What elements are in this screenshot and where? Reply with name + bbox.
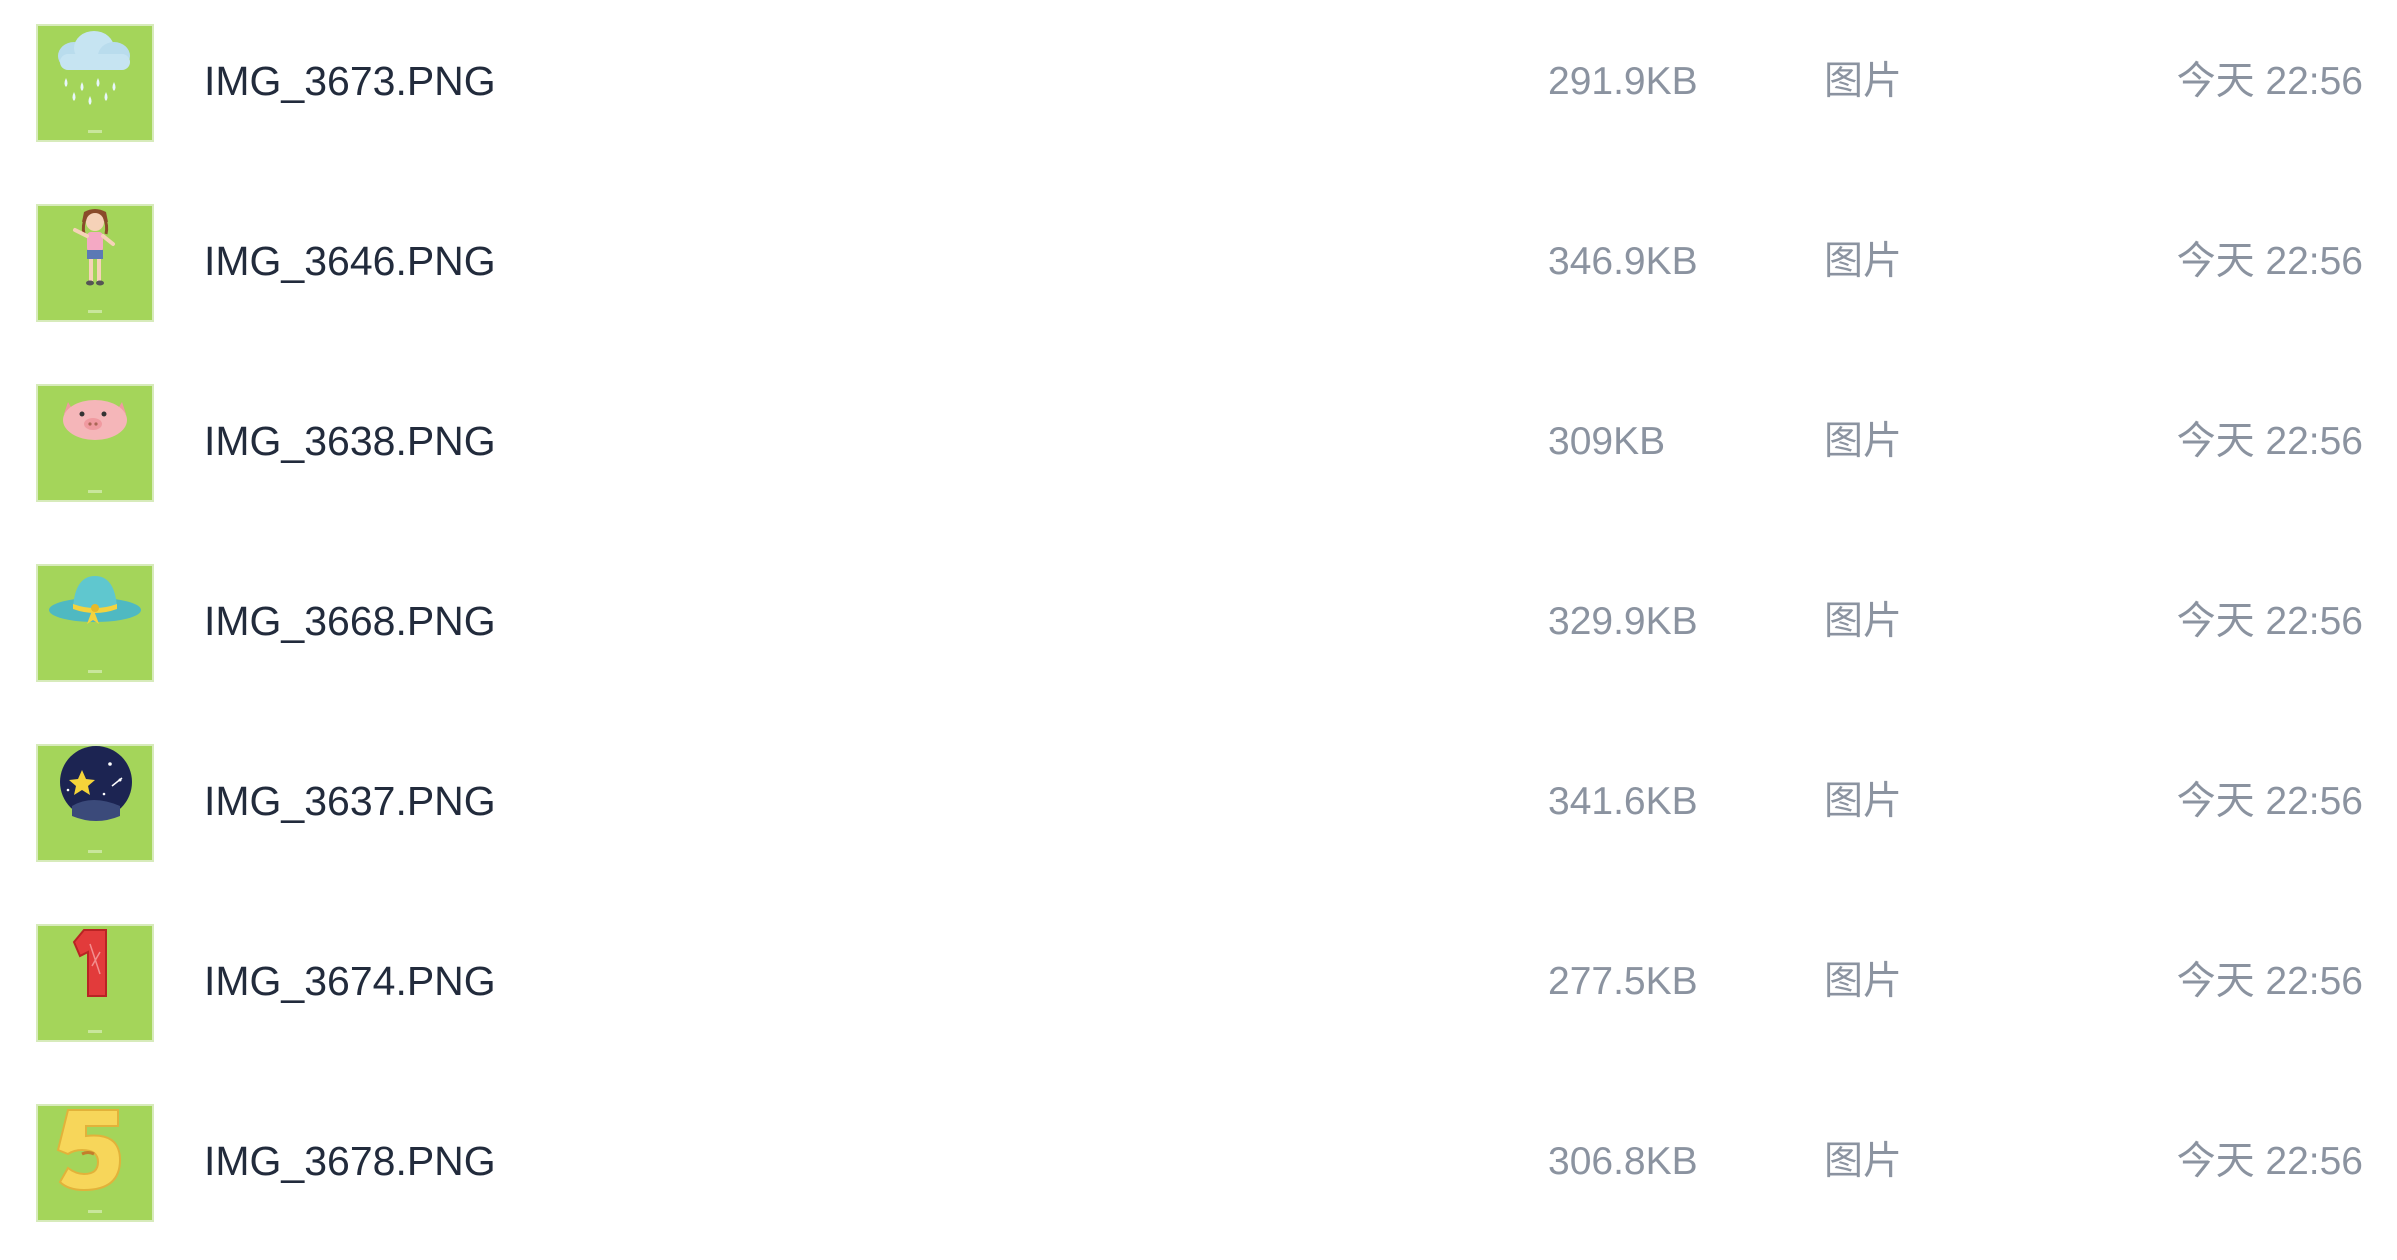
file-type: 图片 [1824,780,1903,823]
file-name: IMG_3638.PNG [204,418,496,464]
file-date: 今天 22:56 [2176,780,2363,823]
file-thumbnail[interactable] [36,744,154,862]
girl-icon [73,209,115,313]
file-date: 今天 22:56 [2176,420,2363,463]
file-row[interactable]: IMG_3637.PNG 341.6KB 图片 今天 22:56 [0,720,2397,900]
file-size: 309KB [1548,420,1666,463]
file-thumbnail[interactable] [36,204,154,322]
file-type: 图片 [1824,600,1903,643]
file-row[interactable]: IMG_3638.PNG 309KB 图片 今天 22:56 [0,360,2397,540]
file-date: 今天 22:56 [2176,960,2363,1003]
file-thumbnail[interactable] [36,24,154,142]
file-name: IMG_3646.PNG [204,238,496,284]
file-date: 今天 22:56 [2176,600,2363,643]
file-type: 图片 [1824,960,1903,1003]
file-row[interactable]: IMG_3674.PNG 277.5KB 图片 今天 22:56 [0,900,2397,1080]
file-size: 306.8KB [1548,1140,1698,1183]
file-name: IMG_3673.PNG [204,58,496,104]
file-row[interactable]: IMG_3673.PNG 291.9KB 图片 今天 22:56 [0,0,2397,180]
file-name: IMG_3637.PNG [204,778,496,824]
file-list: IMG_3673.PNG 291.9KB 图片 今天 22:56 IMG_364… [0,0,2397,1222]
file-row[interactable]: IMG_3646.PNG 346.9KB 图片 今天 22:56 [0,180,2397,360]
file-name: IMG_3678.PNG [204,1138,496,1184]
file-type: 图片 [1824,1140,1903,1183]
file-thumbnail[interactable] [36,564,154,682]
file-row[interactable]: IMG_3678.PNG 306.8KB 图片 今天 22:56 [0,1080,2397,1260]
rain-cloud-icon [58,31,130,133]
number-one-icon [72,929,107,1033]
night-star-icon [60,746,132,853]
sun-hat-icon [49,576,141,673]
file-name: IMG_3674.PNG [204,958,496,1004]
file-thumbnail[interactable] [36,384,154,502]
file-name: IMG_3668.PNG [204,598,496,644]
file-size: 346.9KB [1548,240,1698,283]
file-date: 今天 22:56 [2176,240,2363,283]
file-thumbnail[interactable] [36,924,154,1042]
file-size: 341.6KB [1548,780,1698,823]
pig-icon [63,400,127,493]
file-date: 今天 22:56 [2176,60,2363,103]
file-type: 图片 [1824,240,1903,283]
file-type: 图片 [1824,420,1903,463]
file-type: 图片 [1824,60,1903,103]
file-size: 277.5KB [1548,960,1698,1003]
file-size: 291.9KB [1548,60,1698,103]
file-size: 329.9KB [1548,600,1698,643]
file-thumbnail[interactable] [36,1104,154,1222]
file-row[interactable]: IMG_3668.PNG 329.9KB 图片 今天 22:56 [0,540,2397,720]
number-five-icon [56,1109,122,1213]
file-date: 今天 22:56 [2176,1140,2363,1183]
